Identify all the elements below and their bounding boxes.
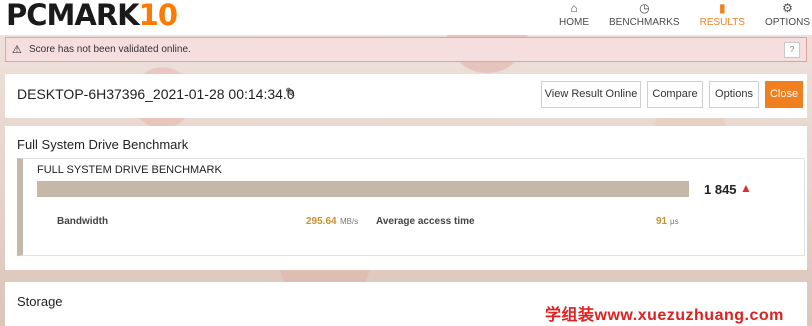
top-bar: PCMARK10 ⌂ HOME ◷ BENCHMARKS ▮ RESULTS ⚙… — [0, 0, 812, 35]
compare-button[interactable]: Compare — [647, 81, 703, 108]
bandwidth-label: Bandwidth — [57, 216, 109, 227]
nav-benchmarks-label: BENCHMARKS — [609, 17, 680, 28]
access-time-value: 91 — [656, 216, 668, 227]
storage-title: Storage — [17, 294, 63, 309]
access-time-unit: μs — [670, 217, 679, 226]
options-button[interactable]: Options — [709, 81, 759, 108]
main-nav: ⌂ HOME ◷ BENCHMARKS ▮ RESULTS ⚙ OPTIONS — [539, 0, 812, 35]
validation-warning-banner: ⚠ Score has not been validated online. ? — [5, 37, 807, 62]
bandwidth-unit: MB/s — [340, 217, 359, 226]
benchmark-subtitle: FULL SYSTEM DRIVE BENCHMARK — [37, 164, 222, 176]
gear-icon: ⚙ — [782, 1, 793, 15]
score-bar — [37, 181, 689, 197]
benchmark-card: Full System Drive Benchmark FULL SYSTEM … — [5, 126, 807, 270]
nav-home-label: HOME — [559, 17, 590, 28]
nav-options-label: OPTIONS — [764, 17, 810, 28]
access-time-label: Average access time — [376, 216, 475, 227]
nav-results[interactable]: ▮ RESULTS — [700, 0, 745, 35]
gauge-icon: ◷ — [639, 1, 650, 15]
nav-options[interactable]: ⚙ OPTIONS — [765, 0, 810, 35]
close-button[interactable]: Close — [765, 81, 803, 108]
result-title: DESKTOP-6H37396_2021-01-28 00:14:34.0 — [17, 86, 295, 102]
nav-results-label: RESULTS — [699, 17, 745, 28]
benchmark-score: 1 845 — [704, 182, 737, 197]
bar-chart-icon: ▮ — [718, 1, 726, 15]
help-button[interactable]: ? — [784, 42, 800, 58]
result-header-card: DESKTOP-6H37396_2021-01-28 00:14:34.0 ✎ … — [5, 74, 807, 118]
warning-text: Score has not been validated online. — [29, 44, 191, 55]
edit-icon[interactable]: ✎ — [285, 85, 296, 101]
nav-home[interactable]: ⌂ HOME — [559, 0, 589, 35]
benchmark-score-panel: FULL SYSTEM DRIVE BENCHMARK 1 845 ▲ Band… — [17, 158, 805, 256]
watermark-text: 学组装www.xuezuzhuang.com — [545, 307, 784, 324]
home-icon: ⌂ — [570, 1, 578, 15]
pcmark-logo: PCMARK10 — [6, 0, 178, 32]
benchmark-section-title: Full System Drive Benchmark — [17, 137, 189, 152]
view-result-online-button[interactable]: View Result Online — [541, 81, 641, 108]
warning-icon: ⚠ — [12, 44, 22, 56]
score-warning-icon: ▲ — [740, 181, 752, 195]
bandwidth-value: 295.64 — [306, 216, 337, 227]
nav-benchmarks[interactable]: ◷ BENCHMARKS — [609, 0, 680, 35]
